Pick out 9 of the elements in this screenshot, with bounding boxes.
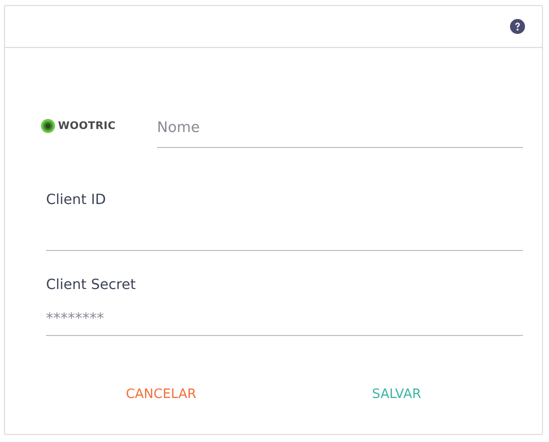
input-field[interactable]: ******** [46,304,523,336]
logo-icon [41,119,55,133]
field-label: Client Secret [46,276,137,294]
help-icon[interactable] [510,18,525,34]
cancel-button[interactable]: CANCELAR [118,383,204,406]
logo-text: WOOTRIC [58,120,116,132]
field-label: Client ID [46,191,107,209]
name-field[interactable]: Nome [157,111,523,148]
save-button[interactable]: SALVAR [364,383,430,406]
